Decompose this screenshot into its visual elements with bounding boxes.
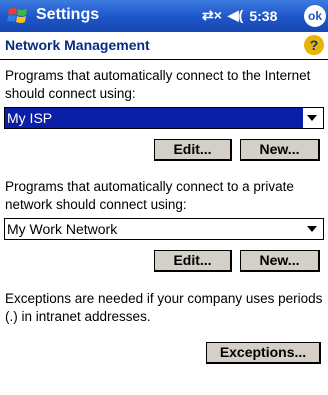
- start-flag-icon[interactable]: [6, 4, 30, 28]
- internet-description: Programs that automatically connect to t…: [5, 68, 311, 101]
- page-title: Network Management: [5, 37, 150, 53]
- clock[interactable]: 5:38: [249, 8, 277, 24]
- title-bar: Settings ⇄× ◀( 5:38 ok: [0, 0, 328, 32]
- private-new-button[interactable]: New...: [240, 250, 320, 272]
- internet-connection-value: My ISP: [5, 108, 303, 128]
- private-connection-value: My Work Network: [7, 221, 118, 237]
- internet-connection-dropdown[interactable]: My ISP: [4, 107, 324, 129]
- chevron-down-icon[interactable]: [303, 219, 321, 239]
- exceptions-description: Exceptions are needed if your company us…: [5, 291, 323, 324]
- volume-icon[interactable]: ◀(: [228, 7, 243, 24]
- chevron-down-icon[interactable]: [303, 108, 321, 128]
- private-description: Programs that automatically connect to a…: [5, 179, 294, 212]
- internet-new-button[interactable]: New...: [240, 139, 320, 161]
- status-area: ⇄× ◀( 5:38: [202, 7, 277, 24]
- app-title: Settings: [36, 6, 100, 23]
- help-icon[interactable]: ?: [304, 35, 324, 55]
- private-connection-dropdown[interactable]: My Work Network: [4, 218, 324, 240]
- connectivity-icon[interactable]: ⇄×: [202, 7, 222, 24]
- internet-edit-button[interactable]: Edit...: [154, 139, 232, 161]
- ok-button[interactable]: ok: [304, 5, 326, 27]
- private-edit-button[interactable]: Edit...: [154, 250, 232, 272]
- exceptions-button[interactable]: Exceptions...: [206, 342, 321, 364]
- section-header: Network Management ?: [0, 33, 328, 60]
